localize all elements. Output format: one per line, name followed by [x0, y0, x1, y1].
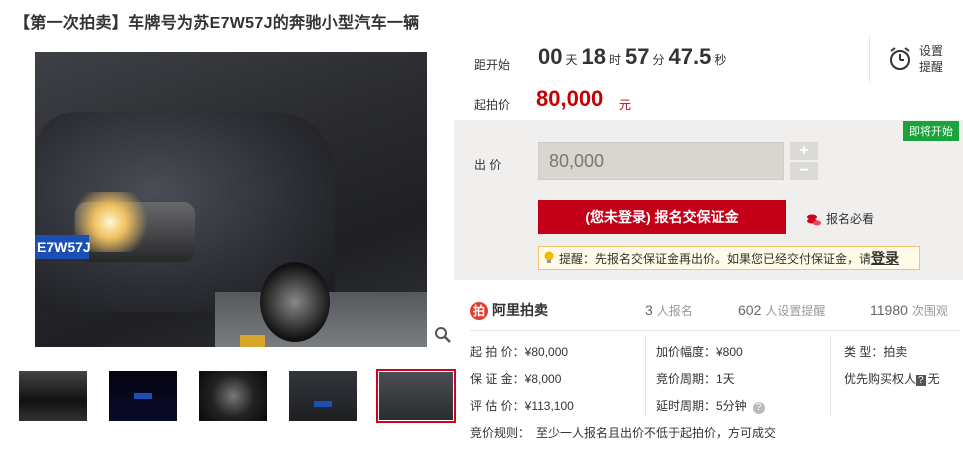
- detail-divider-2: [830, 336, 831, 416]
- bid-label: 出 价: [474, 158, 502, 172]
- bid-panel: 即将开始 出 价 80,000 + − (您未登录) 报名交保证金 报名必看 提…: [454, 120, 963, 280]
- signup-count: 3 人报名: [645, 302, 693, 318]
- detail-type: 类 型：拍卖: [844, 345, 908, 359]
- bid-amount-input[interactable]: 80,000: [538, 142, 784, 180]
- countdown-label: 距开始: [474, 58, 511, 72]
- must-read-label: 报名必看: [826, 212, 875, 226]
- stats-bar: 拍阿里拍卖 3 人报名 602 人设置提醒 11980 次围观: [470, 298, 960, 326]
- parking-block-graphic: [240, 335, 265, 347]
- help-icon[interactable]: ?: [752, 402, 765, 414]
- countdown-days: 00: [538, 44, 563, 69]
- start-price-unit: 元: [619, 98, 632, 112]
- detail-increment: 加价幅度：¥800: [656, 345, 743, 359]
- wheel-graphic: [260, 262, 330, 342]
- page-title: 【第一次拍卖】车牌号为苏E7W57J的奔驰小型汽车一辆: [14, 15, 420, 32]
- thumbnail-4[interactable]: [289, 371, 357, 421]
- increase-bid-button[interactable]: +: [790, 142, 818, 160]
- detail-rule: 竞价规则： 至少一人报名且出价不低于起拍价，方可成交: [470, 426, 777, 440]
- must-read-link[interactable]: 报名必看: [806, 210, 874, 227]
- thumbnail-3[interactable]: [199, 371, 267, 421]
- tip-text: 提醒：先报名交保证金再出价。如果您已经交付保证金，请: [559, 252, 872, 266]
- reminder-label-1: 设置: [919, 44, 944, 58]
- thumbnail-1[interactable]: [19, 371, 87, 421]
- countdown-minutes: 57: [625, 44, 650, 69]
- detail-priority: 优先购买权人? 无: [844, 372, 940, 386]
- countdown-hours: 18: [581, 44, 606, 69]
- reminder-count: 602 人设置提醒: [738, 302, 826, 318]
- thumbnail-5-selected[interactable]: [376, 369, 456, 423]
- zoom-icon[interactable]: [434, 326, 452, 344]
- detail-divider-1: [645, 336, 646, 416]
- detail-cycle: 竞价周期：1天: [656, 372, 735, 386]
- thumbnail-2[interactable]: [109, 371, 177, 421]
- reminder-label-2: 提醒: [919, 60, 944, 74]
- detail-delay: 延时周期：5分钟?: [656, 397, 765, 414]
- auction-logo-icon: 拍: [470, 302, 488, 321]
- alarm-clock-icon: [890, 47, 910, 70]
- login-link[interactable]: 登录: [871, 250, 899, 266]
- detail-appraisal: 评 估 价：¥113,100: [470, 399, 574, 413]
- info-tag-icon[interactable]: ?: [916, 375, 926, 386]
- main-car-image[interactable]: E7W57J: [35, 52, 427, 347]
- detail-deposit: 保 证 金：¥8,000: [470, 372, 562, 386]
- ali-auction-logo: 拍阿里拍卖: [470, 300, 548, 321]
- countdown-seconds: 47.5: [668, 44, 712, 69]
- license-plate: E7W57J: [35, 235, 91, 259]
- start-price-label: 起拍价: [474, 98, 511, 112]
- detail-start-price: 起 拍 价：¥80,000: [470, 345, 569, 359]
- decrease-bid-button[interactable]: −: [790, 162, 818, 180]
- minutes-unit: 分: [652, 53, 665, 67]
- hours-unit: 时: [608, 53, 621, 67]
- status-badge: 即将开始: [903, 121, 959, 141]
- seconds-unit: 秒: [714, 53, 727, 67]
- set-reminder-button[interactable]: 设置 提醒: [869, 36, 962, 82]
- start-price-value: 80,000: [536, 86, 604, 111]
- days-unit: 天: [565, 53, 578, 67]
- lightbulb-icon: [544, 251, 554, 263]
- login-tip: 提醒：先报名交保证金再出价。如果您已经交付保证金，请登录: [538, 246, 920, 270]
- signup-deposit-button[interactable]: (您未登录) 报名交保证金: [538, 200, 786, 234]
- stats-divider: [470, 330, 960, 331]
- countdown-timer: 00 天 18 时 57 分 47.5 秒: [538, 44, 730, 70]
- view-count: 11980 次围观: [870, 302, 948, 318]
- coins-icon: [807, 214, 821, 226]
